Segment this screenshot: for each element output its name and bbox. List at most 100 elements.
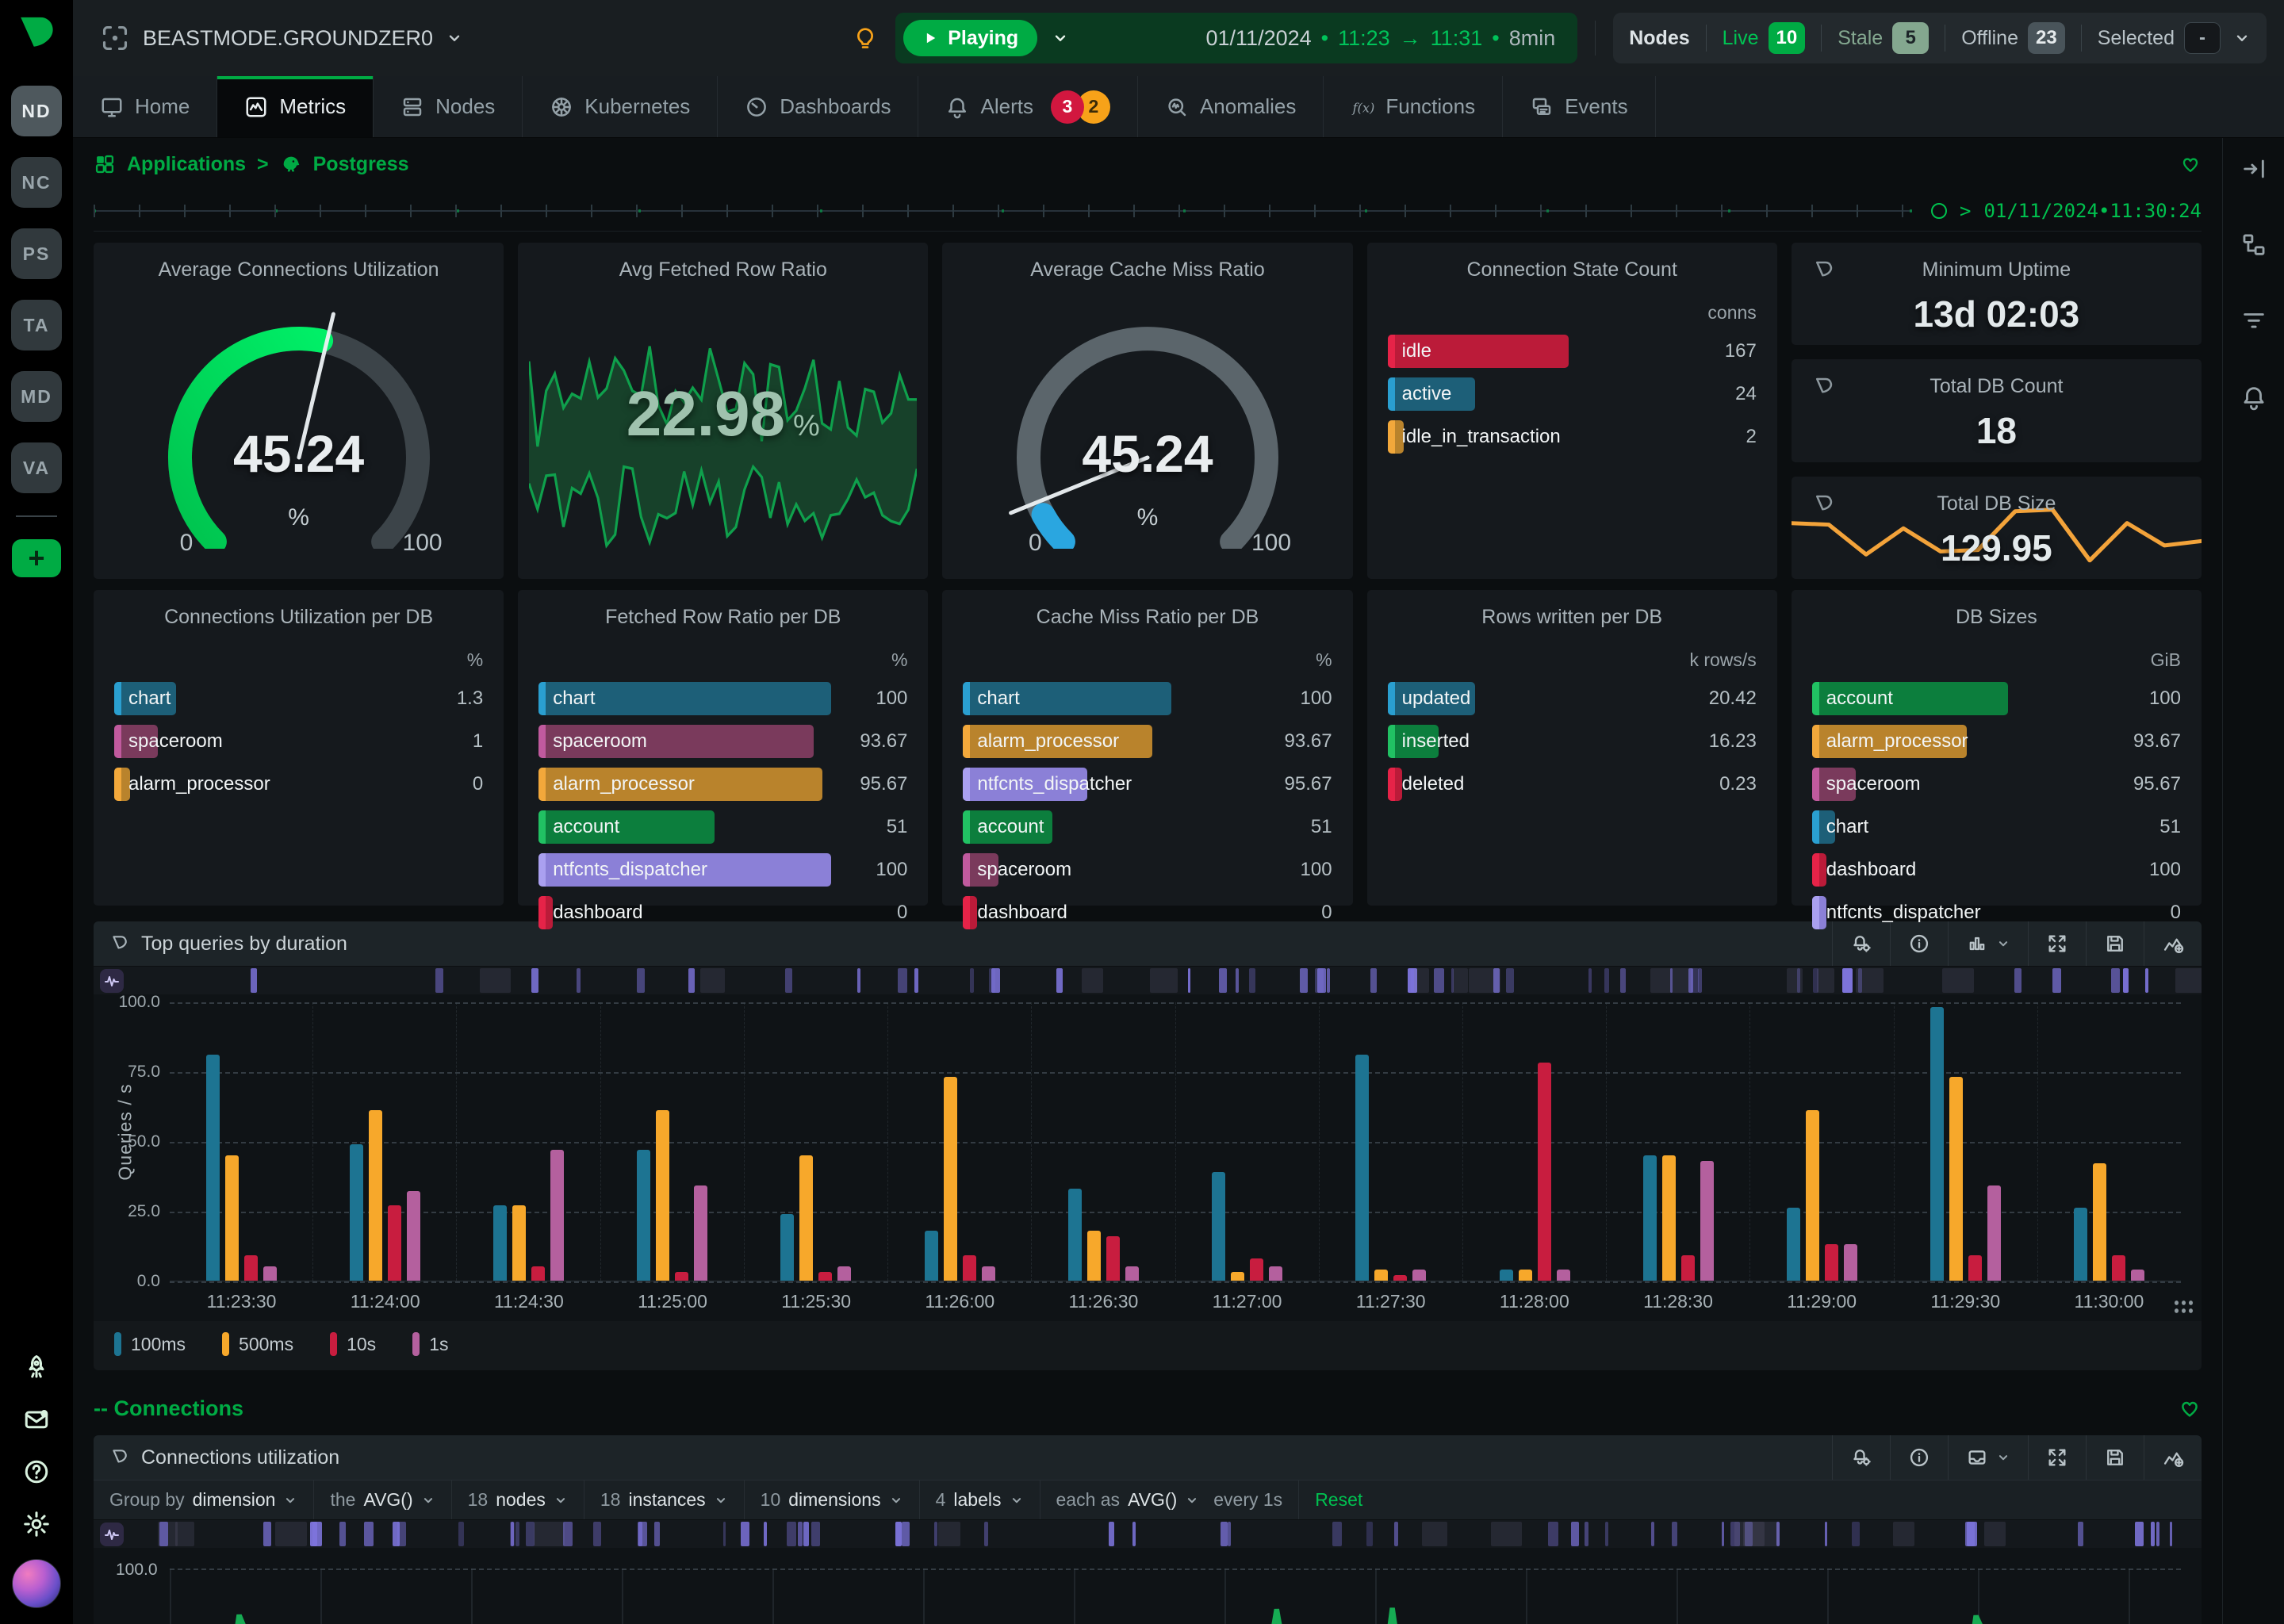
space-button-nc[interactable]: NC <box>11 157 62 208</box>
tips-bulb-icon[interactable] <box>853 25 878 51</box>
area-chart-plot[interactable]: 100.0 <box>94 1548 2202 1624</box>
timeline-marker-icon[interactable] <box>1931 203 1947 219</box>
bar-list-row-account[interactable]: account51 <box>538 810 907 844</box>
user-avatar[interactable] <box>12 1559 61 1608</box>
breadcrumb-page[interactable]: Postgress <box>313 153 409 176</box>
card-rows-written-per-db[interactable]: Rows written per DBk rows/supdated20.42i… <box>1367 590 1777 906</box>
bar-list-row-spaceroom[interactable]: spaceroom95.67 <box>1812 768 2181 801</box>
add-chart-icon[interactable] <box>2144 1435 2202 1480</box>
tab-anomalies[interactable]: Anomalies <box>1138 76 1324 137</box>
add-space-button[interactable]: + <box>12 539 61 577</box>
legend-item-100ms[interactable]: 100ms <box>114 1332 186 1356</box>
bar-list-row-ntfcnts_dispatcher[interactable]: ntfcnts_dispatcher0 <box>1812 896 2181 929</box>
legend-item-1s[interactable]: 1s <box>412 1332 448 1356</box>
fullscreen-icon[interactable] <box>2028 1435 2086 1480</box>
collapse-panel-icon[interactable] <box>2240 155 2267 182</box>
space-button-va[interactable]: VA <box>11 442 62 493</box>
timeline-track[interactable] <box>94 205 1912 217</box>
filter-dimension[interactable]: Group bydimension <box>94 1480 314 1519</box>
stat-card-total-db-count[interactable]: Total DB Count18 <box>1792 359 2202 462</box>
filter-nodes[interactable]: 18nodes <box>452 1480 584 1519</box>
anomaly-ribbon[interactable] <box>94 1519 2202 1548</box>
tab-kubernetes[interactable]: Kubernetes <box>523 76 718 137</box>
tab-functions[interactable]: f(x)Functions <box>1324 76 1503 137</box>
bar-list-row-chart[interactable]: chart100 <box>963 682 1332 715</box>
card-fetched-row-ratio-per-db[interactable]: Fetched Row Ratio per DB%chart100spacero… <box>518 590 928 906</box>
settings-icon[interactable] <box>22 1510 51 1538</box>
nodes-tree-icon[interactable] <box>2240 232 2267 259</box>
tab-nodes[interactable]: Nodes <box>374 76 523 137</box>
chevron-down-icon[interactable] <box>1052 29 1069 47</box>
info-icon[interactable] <box>1890 1435 1948 1480</box>
bar-list-row-idle_in_transaction[interactable]: idle_in_transaction2 <box>1388 420 1757 454</box>
help-icon[interactable] <box>22 1457 51 1486</box>
space-button-nd[interactable]: ND <box>11 86 62 136</box>
bar-list-row-dashboard[interactable]: dashboard0 <box>963 896 1332 929</box>
nodes-summary[interactable]: Nodes Live 10 Stale 5 Offline 23 <box>1613 13 2267 63</box>
chevron-down-icon[interactable] <box>2233 29 2251 47</box>
bar-list-row-chart[interactable]: chart100 <box>538 682 907 715</box>
card-connection-state-count[interactable]: Connection State Count conns idle167acti… <box>1367 243 1777 579</box>
bar-list-row-spaceroom[interactable]: spaceroom100 <box>963 853 1332 887</box>
anomaly-rate-icon[interactable] <box>100 1522 124 1546</box>
breadcrumb-section[interactable]: Applications <box>127 153 246 176</box>
bar-chart-plot[interactable]: Queries / s 100.075.050.025.00.0 <box>170 1002 2181 1281</box>
bar-list-row-alarm_processor[interactable]: alarm_processor93.67 <box>963 725 1332 758</box>
chart-layers-icon[interactable] <box>1948 1435 2028 1480</box>
filter-icon[interactable] <box>2240 308 2267 335</box>
bar-list-row-alarm_processor[interactable]: alarm_processor95.67 <box>538 768 907 801</box>
bar-list-row-inserted[interactable]: inserted16.23 <box>1388 725 1757 758</box>
card-avg-connections-utilization[interactable]: Average Connections Utilization 45.24 % … <box>94 243 504 579</box>
filter-instances[interactable]: 18instances <box>584 1480 745 1519</box>
alert-settings-icon[interactable] <box>1832 1435 1890 1480</box>
room-selector[interactable]: BEASTMODE.GROUNDZER0 <box>100 23 463 53</box>
filter-avg-[interactable]: each asAVG()every 1s <box>1040 1480 1300 1519</box>
favorite-heart-icon[interactable] <box>2178 1396 2202 1420</box>
bar-list-row-account[interactable]: account100 <box>1812 682 2181 715</box>
date-range[interactable]: 01/11/2024 • 11:23 → 11:31 • 8min <box>1083 26 1555 51</box>
bar-list-row-updated[interactable]: updated20.42 <box>1388 682 1757 715</box>
bar-list-row-idle[interactable]: idle167 <box>1388 335 1757 368</box>
filter-avg-[interactable]: theAVG() <box>314 1480 451 1519</box>
space-button-ps[interactable]: PS <box>11 228 62 279</box>
card-connections-utilization-per-db[interactable]: Connections Utilization per DB%chart1.3s… <box>94 590 504 906</box>
filter-dimensions[interactable]: 10dimensions <box>745 1480 920 1519</box>
bar-list-row-chart[interactable]: chart1.3 <box>114 682 483 715</box>
tab-alerts[interactable]: Alerts32 <box>918 76 1137 137</box>
bar-list-row-spaceroom[interactable]: spaceroom1 <box>114 725 483 758</box>
stat-card-minimum-uptime[interactable]: Minimum Uptime13d 02:03 <box>1792 243 2202 345</box>
play-button[interactable]: Playing <box>903 20 1037 56</box>
filter-labels[interactable]: 4labels <box>920 1480 1040 1519</box>
filter-reset[interactable]: Reset <box>1299 1480 1378 1519</box>
tab-dashboards[interactable]: Dashboards <box>718 76 918 137</box>
space-button-ta[interactable]: TA <box>11 300 62 350</box>
bar-list-row-ntfcnts_dispatcher[interactable]: ntfcnts_dispatcher95.67 <box>963 768 1332 801</box>
bar-list-row-alarm_processor[interactable]: alarm_processor0 <box>114 768 483 801</box>
legend-item-10s[interactable]: 10s <box>330 1332 376 1356</box>
bar-list-row-dashboard[interactable]: dashboard0 <box>538 896 907 929</box>
space-button-md[interactable]: MD <box>11 371 62 422</box>
tab-metrics[interactable]: Metrics <box>217 76 374 137</box>
resize-handle-icon[interactable] <box>2173 1299 2194 1315</box>
card-avg-fetched-row-ratio[interactable]: Avg Fetched Row Ratio 22.98% <box>518 243 928 579</box>
bar-list-row-ntfcnts_dispatcher[interactable]: ntfcnts_dispatcher100 <box>538 853 907 887</box>
save-icon[interactable] <box>2086 1435 2144 1480</box>
tab-home[interactable]: Home <box>73 76 217 137</box>
feedback-icon[interactable] <box>22 1405 51 1434</box>
anomaly-ribbon[interactable] <box>94 966 2202 994</box>
card-cache-miss-ratio-per-db[interactable]: Cache Miss Ratio per DB%chart100alarm_pr… <box>942 590 1352 906</box>
notifications-bell-icon[interactable] <box>2240 384 2267 411</box>
rocket-icon[interactable] <box>22 1353 51 1381</box>
section-title[interactable]: -- Connections <box>94 1396 243 1421</box>
bar-list-row-chart[interactable]: chart51 <box>1812 810 2181 844</box>
time-controls[interactable]: Playing 01/11/2024 • 11:23 → 11:31 • 8mi… <box>895 13 1577 63</box>
anomaly-rate-icon[interactable] <box>100 969 124 993</box>
bar-list-row-dashboard[interactable]: dashboard100 <box>1812 853 2181 887</box>
bar-list-row-alarm_processor[interactable]: alarm_processor93.67 <box>1812 725 2181 758</box>
favorite-heart-icon[interactable] <box>2179 153 2202 175</box>
bar-list-row-account[interactable]: account51 <box>963 810 1332 844</box>
bar-list-row-spaceroom[interactable]: spaceroom93.67 <box>538 725 907 758</box>
card-db-sizes[interactable]: DB SizesGiBaccount100alarm_processor93.6… <box>1792 590 2202 906</box>
bar-list-row-deleted[interactable]: deleted0.23 <box>1388 768 1757 801</box>
tab-events[interactable]: Events <box>1503 76 1656 137</box>
